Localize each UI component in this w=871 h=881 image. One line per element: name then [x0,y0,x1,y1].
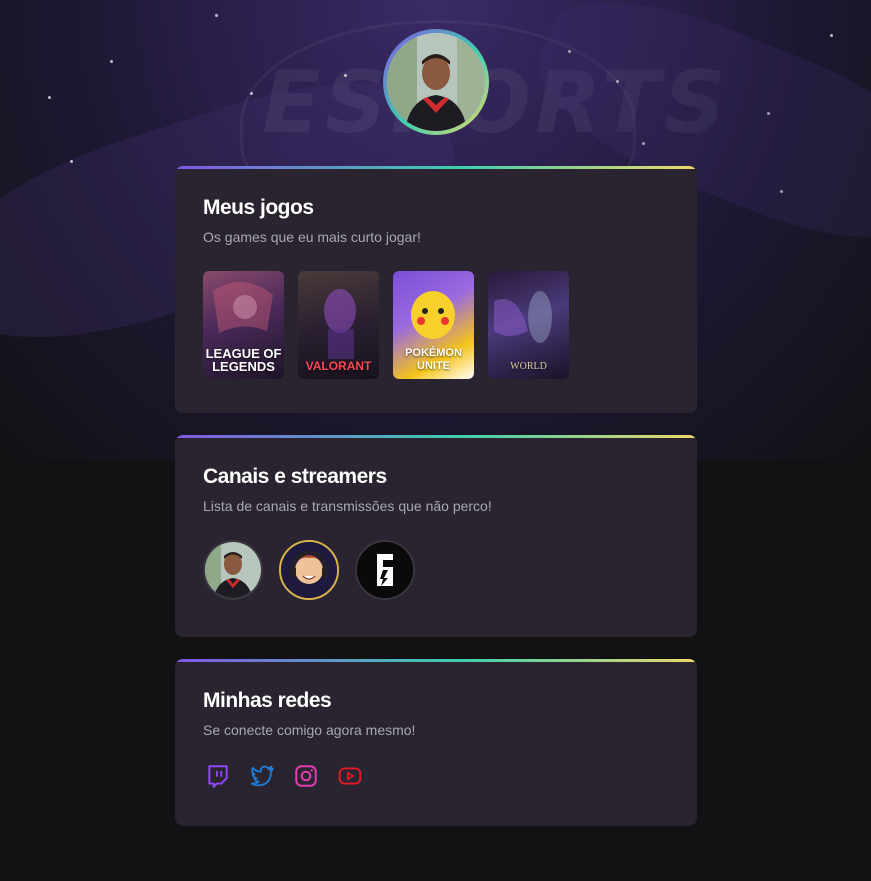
game-label: LEAGUE OF LEGENDS [205,346,282,374]
socials-title: Minhas redes [203,689,332,712]
games-subtitle: Os games que eu mais curto jogar! [203,229,421,245]
games-title: Meus jogos [203,196,314,219]
games-card: Meus jogos Os games que eu mais curto jo… [175,166,697,413]
channels-subtitle: Lista de canais e transmissões que não p… [203,498,492,514]
games-list: LEAGUE OF LEGENDS VALORANT POKÉMON UNITE [203,271,569,379]
game-league-of-legends[interactable]: LEAGUE OF LEGENDS [203,271,284,379]
game-pokemon-unite[interactable]: POKÉMON UNITE [393,271,474,379]
socials-subtitle: Se conecte comigo agora mesmo! [203,722,416,738]
avatar-photo [387,33,485,131]
channel-avatar-3[interactable] [355,540,415,600]
game-label: POKÉMON UNITE [405,347,462,372]
game-label: WORLD [510,361,547,372]
channels-list [203,540,415,600]
twitch-icon[interactable] [205,763,231,789]
channels-card: Canais e streamers Lista de canais e tra… [175,435,697,637]
game-valorant[interactable]: VALORANT [298,271,379,379]
profile-avatar[interactable] [383,29,489,135]
game-label: VALORANT [305,359,372,373]
channel-avatar-1[interactable] [203,540,263,600]
youtube-icon[interactable] [337,763,363,789]
game-world[interactable]: WORLD [488,271,569,379]
instagram-icon[interactable] [293,763,319,789]
twitter-icon[interactable] [249,763,275,789]
socials-card: Minhas redes Se conecte comigo agora mes… [175,659,697,826]
socials-list [205,763,363,789]
channel-avatar-2[interactable] [279,540,339,600]
channels-title: Canais e streamers [203,465,387,488]
